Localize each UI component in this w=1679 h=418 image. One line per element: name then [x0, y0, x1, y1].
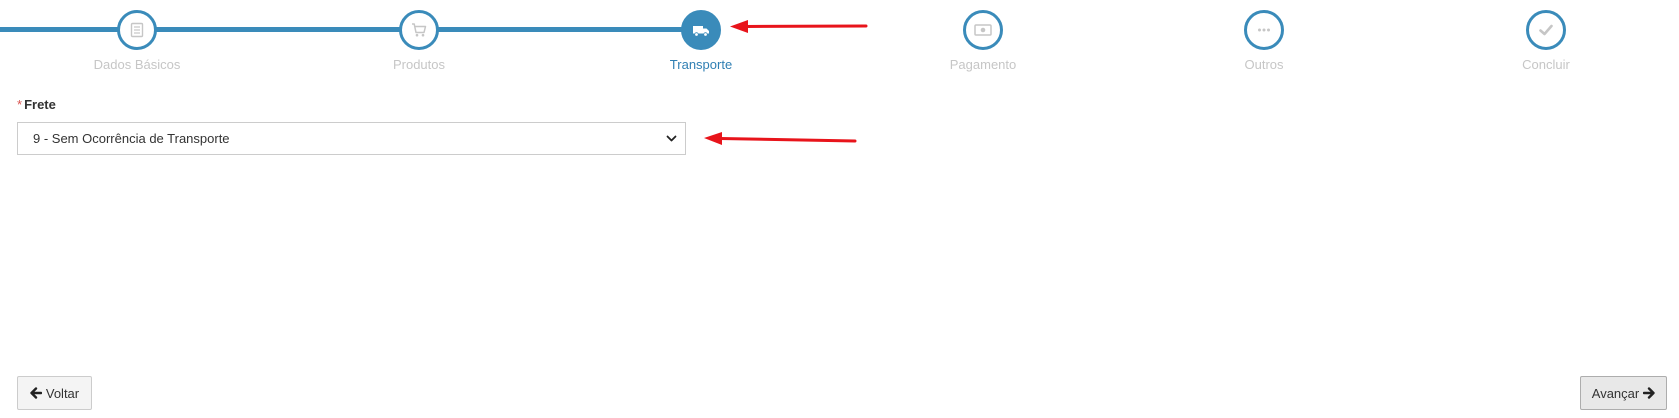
- required-mark: *: [17, 97, 23, 112]
- frete-label-text: Frete: [24, 97, 56, 112]
- frete-label: * Frete: [17, 97, 56, 113]
- step-produtos[interactable]: Produtos: [354, 10, 484, 72]
- step-outros[interactable]: Outros: [1199, 10, 1329, 72]
- step-transporte[interactable]: Transporte: [636, 10, 766, 72]
- cart-icon: [412, 23, 427, 37]
- step-circle: [1244, 10, 1284, 50]
- next-button[interactable]: Avançar: [1580, 376, 1667, 410]
- frete-select-value: 9 - Sem Ocorrência de Transporte: [33, 131, 230, 146]
- truck-icon: [693, 26, 709, 37]
- wizard-page: Dados Básicos Produtos Transporte Pagame…: [0, 0, 1679, 418]
- check-icon: [1539, 24, 1553, 36]
- step-circle: [399, 10, 439, 50]
- step-circle: [1526, 10, 1566, 50]
- document-icon: [130, 22, 144, 38]
- back-button[interactable]: Voltar: [17, 376, 92, 410]
- ellipsis-icon: [1258, 28, 1270, 32]
- step-label: Transporte: [669, 57, 733, 72]
- step-circle: [117, 10, 157, 50]
- money-icon: [974, 24, 992, 36]
- step-label: Pagamento: [949, 57, 1017, 72]
- chevron-down-icon: [666, 135, 677, 142]
- step-pagamento[interactable]: Pagamento: [918, 10, 1048, 72]
- step-circle: [681, 10, 721, 50]
- annotation-arrow-frete: [704, 132, 857, 145]
- step-circle: [963, 10, 1003, 50]
- arrow-right-icon: [1643, 387, 1655, 399]
- step-label: Dados Básicos: [93, 57, 181, 72]
- step-label: Outros: [1244, 57, 1284, 72]
- wizard-stepper: Dados Básicos Produtos Transporte Pagame…: [0, 0, 1679, 80]
- step-concluir[interactable]: Concluir: [1481, 10, 1611, 72]
- step-label: Concluir: [1522, 57, 1570, 72]
- next-button-label: Avançar: [1591, 385, 1640, 401]
- frete-field: * Frete 9 - Sem Ocorrência de Transporte: [17, 97, 686, 155]
- arrow-left-icon: [30, 387, 42, 399]
- step-label: Produtos: [392, 57, 446, 72]
- back-button-label: Voltar: [45, 385, 80, 401]
- frete-select[interactable]: 9 - Sem Ocorrência de Transporte: [17, 122, 686, 155]
- step-dados-basicos[interactable]: Dados Básicos: [72, 10, 202, 72]
